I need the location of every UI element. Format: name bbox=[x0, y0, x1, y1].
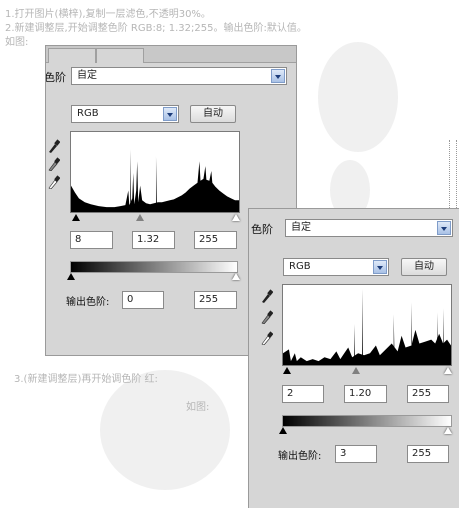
output-black-field[interactable]: 3 bbox=[335, 445, 377, 463]
eyedropper-white-icon[interactable] bbox=[261, 331, 273, 345]
decorative-flower-top bbox=[318, 42, 398, 152]
output-gradient bbox=[282, 415, 452, 427]
chevron-down-icon[interactable] bbox=[271, 69, 285, 83]
auto-button[interactable]: 自动 bbox=[190, 105, 236, 123]
output-white-slider[interactable] bbox=[444, 427, 452, 434]
chevron-down-icon[interactable] bbox=[373, 260, 387, 274]
preset-value: 自定 bbox=[291, 222, 311, 233]
histogram-graph bbox=[71, 149, 239, 212]
output-gradient bbox=[70, 261, 238, 273]
input-gamma-field[interactable]: 1.32 bbox=[132, 231, 175, 249]
input-white-slider[interactable] bbox=[232, 214, 240, 221]
input-gamma-slider[interactable] bbox=[136, 214, 144, 221]
preset-label: 色阶 bbox=[45, 71, 66, 84]
output-white-field[interactable]: 255 bbox=[407, 445, 449, 463]
histogram-graph bbox=[283, 288, 451, 365]
input-black-slider[interactable] bbox=[72, 214, 80, 221]
panel-tab[interactable] bbox=[96, 48, 144, 63]
preset-value: 自定 bbox=[77, 70, 97, 81]
input-gamma-field[interactable]: 1.20 bbox=[344, 385, 387, 403]
output-black-slider[interactable] bbox=[67, 273, 75, 280]
eyedropper-white-icon[interactable] bbox=[48, 175, 60, 189]
tutorial-figure-label-1: 如图: bbox=[5, 37, 29, 48]
input-white-field[interactable]: 255 bbox=[407, 385, 449, 403]
output-levels-label: 输出色阶: bbox=[66, 297, 110, 308]
tutorial-step-1: 1.打开图片(横梓),复制一层滤色,不透明30%。 bbox=[5, 9, 211, 20]
input-white-slider[interactable] bbox=[444, 367, 452, 374]
auto-button[interactable]: 自动 bbox=[401, 258, 447, 276]
output-black-field[interactable]: 0 bbox=[122, 291, 164, 309]
preset-select[interactable]: 自定 bbox=[285, 219, 453, 237]
chevron-down-icon[interactable] bbox=[163, 107, 177, 121]
preset-label: 色阶 bbox=[251, 223, 273, 236]
channel-select[interactable]: RGB bbox=[71, 105, 179, 123]
tutorial-step-3: 3.(新建调整层)再开始调色阶 红: bbox=[14, 374, 158, 385]
eyedropper-black-icon[interactable] bbox=[261, 289, 273, 303]
levels-panel-front: 色阶 自定 RGB 自动 2 1.20 255 输出色阶: 3 255 bbox=[248, 208, 459, 508]
eyedropper-black-icon[interactable] bbox=[48, 139, 60, 153]
tutorial-figure-label-2: 如图: bbox=[186, 402, 210, 413]
histogram bbox=[282, 284, 452, 366]
histogram bbox=[70, 131, 240, 213]
channel-value: RGB bbox=[289, 261, 311, 272]
preset-select[interactable]: 自定 bbox=[71, 67, 287, 85]
output-black-slider[interactable] bbox=[279, 427, 287, 434]
panel-tab-strip bbox=[46, 46, 296, 63]
input-black-field[interactable]: 2 bbox=[282, 385, 324, 403]
input-black-field[interactable]: 8 bbox=[70, 231, 113, 249]
output-levels-label: 输出色阶: bbox=[278, 451, 322, 462]
channel-value: RGB bbox=[77, 108, 99, 119]
input-black-slider[interactable] bbox=[283, 367, 291, 374]
panel-tab[interactable] bbox=[48, 48, 96, 63]
eyedropper-gray-icon[interactable] bbox=[48, 157, 60, 171]
input-gamma-slider[interactable] bbox=[352, 367, 360, 374]
decorative-flower-bottom bbox=[100, 370, 230, 490]
tutorial-step-2: 2.新建调整层,开始调整色阶 RGB:8; 1.32;255。输出色阶:默认值。 bbox=[5, 23, 307, 34]
eyedropper-gray-icon[interactable] bbox=[261, 310, 273, 324]
output-white-field[interactable]: 255 bbox=[194, 291, 237, 309]
chevron-down-icon[interactable] bbox=[437, 221, 451, 235]
output-white-slider[interactable] bbox=[232, 273, 240, 280]
channel-select[interactable]: RGB bbox=[283, 258, 389, 276]
input-white-field[interactable]: 255 bbox=[194, 231, 237, 249]
